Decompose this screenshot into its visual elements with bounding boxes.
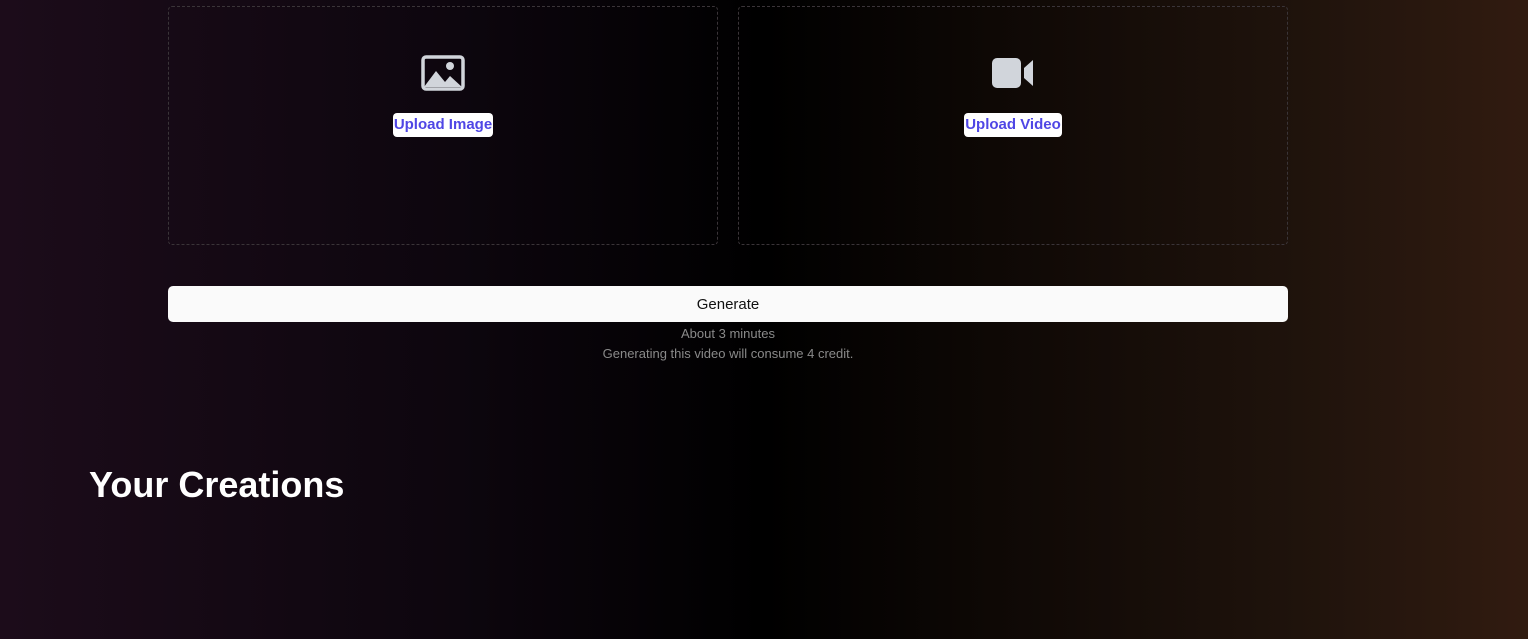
upload-image-button[interactable]: Upload Image	[392, 113, 494, 137]
image-upload-dropzone[interactable]: Upload Image	[168, 6, 718, 245]
your-creations-heading: Your Creations	[89, 464, 345, 505]
estimated-time-text: About 3 minutes	[681, 326, 775, 341]
credit-notice-text: Generating this video will consume 4 cre…	[602, 346, 854, 361]
video-camera-icon	[991, 55, 1035, 91]
generate-button[interactable]: Generate	[168, 286, 1288, 322]
upload-video-button[interactable]: Upload Video	[964, 113, 1062, 137]
image-icon	[421, 55, 465, 91]
video-upload-dropzone[interactable]: Upload Video	[738, 6, 1288, 245]
